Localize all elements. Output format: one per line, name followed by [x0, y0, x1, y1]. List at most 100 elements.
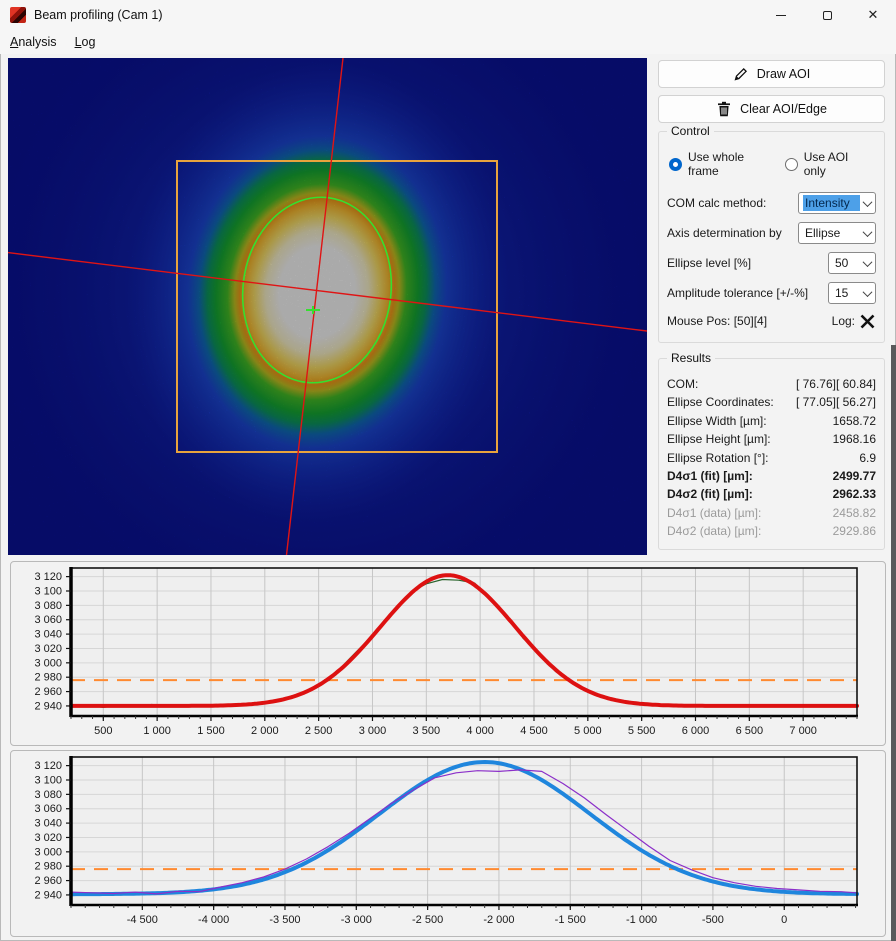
svg-text:3 000: 3 000 — [359, 725, 387, 737]
result-row: Ellipse Height [µm]:1968.16 — [667, 430, 876, 448]
combo-value: Ellipse — [803, 225, 860, 241]
combo-value: 50 — [833, 255, 860, 271]
svg-text:1 500: 1 500 — [197, 725, 225, 737]
control-row: Amplitude tolerance [+/-%] 15 — [667, 278, 876, 308]
svg-text:-4 500: -4 500 — [127, 914, 158, 926]
menu-log[interactable]: Log — [67, 33, 104, 51]
result-row: D4σ2 (fit) [µm]:2962.33 — [667, 485, 876, 503]
result-label: Ellipse Coordinates: — [667, 393, 774, 411]
svg-text:3 120: 3 120 — [34, 760, 62, 772]
x-profile-plot: 500 1 000 1 500 2 000 2 500 3 000 3 500 4 000 4 … — [11, 562, 885, 745]
title-bar: Beam profiling (Cam 1) ✕ — [0, 0, 896, 30]
svg-text:-4 000: -4 000 — [198, 914, 229, 926]
close-icon: ✕ — [868, 7, 879, 23]
combo-axis-determination[interactable]: Ellipse — [798, 222, 876, 244]
control-row: Ellipse level [%] 50 — [667, 248, 876, 278]
control-row-label: COM calc method: — [667, 196, 766, 210]
svg-text:2 980: 2 980 — [34, 672, 62, 684]
minimize-icon — [776, 15, 786, 16]
radio-whole-frame-label: Use whole frame — [688, 150, 771, 178]
result-label: D4σ1 (data) [µm]: — [667, 504, 761, 522]
result-row: Ellipse Width [µm]:1658.72 — [667, 412, 876, 430]
log-toggle-x-icon[interactable] — [859, 313, 876, 330]
result-row: D4σ1 (data) [µm]:2458.82 — [667, 504, 876, 522]
svg-text:-3 000: -3 000 — [341, 914, 372, 926]
screen-edge-strip — [891, 345, 896, 941]
svg-text:2 000: 2 000 — [251, 725, 279, 737]
svg-text:-1 000: -1 000 — [626, 914, 657, 926]
svg-text:0: 0 — [781, 914, 787, 926]
result-label: Ellipse Height [µm]: — [667, 430, 771, 448]
draw-aoi-label: Draw AOI — [757, 67, 811, 81]
combo-ellipse-level[interactable]: 50 — [828, 252, 876, 274]
control-row: COM calc method: Intensity — [667, 188, 876, 218]
result-value: [ 77.05][ 56.27] — [796, 393, 876, 411]
svg-text:1 000: 1 000 — [143, 725, 171, 737]
result-label: D4σ2 (data) [µm]: — [667, 522, 761, 540]
maximize-button[interactable] — [804, 0, 850, 30]
svg-text:-2 500: -2 500 — [412, 914, 443, 926]
svg-text:3 040: 3 040 — [34, 629, 62, 641]
svg-text:3 020: 3 020 — [34, 832, 62, 844]
result-label: COM: — [667, 375, 698, 393]
result-row: Ellipse Rotation [°]: 6.9 — [667, 449, 876, 467]
svg-text:3 040: 3 040 — [34, 818, 62, 830]
close-button[interactable]: ✕ — [850, 0, 896, 30]
chevron-down-icon — [863, 257, 873, 267]
combo-value: Intensity — [803, 195, 860, 211]
combo-com-calc-method[interactable]: Intensity — [798, 192, 876, 214]
svg-text:2 940: 2 940 — [34, 889, 62, 901]
result-value: [ 76.76][ 60.84] — [796, 375, 876, 393]
minimize-button[interactable] — [758, 0, 804, 30]
svg-text:3 500: 3 500 — [413, 725, 441, 737]
radio-use-aoi-only[interactable] — [785, 158, 798, 171]
beam-image[interactable] — [8, 58, 647, 555]
svg-text:6 000: 6 000 — [682, 725, 710, 737]
radio-use-whole-frame[interactable] — [669, 158, 682, 171]
result-value: 6.9 — [859, 449, 876, 467]
result-row: COM: [ 76.76][ 60.84] — [667, 375, 876, 393]
svg-text:-500: -500 — [702, 914, 724, 926]
window-title: Beam profiling (Cam 1) — [34, 8, 163, 22]
result-value: 2499.77 — [833, 467, 876, 485]
svg-text:2 960: 2 960 — [34, 686, 62, 698]
control-row-label: Ellipse level [%] — [667, 256, 751, 270]
maximize-icon — [823, 11, 832, 20]
results-group: Results COM:[ 76.76][ 60.84]Ellipse Coor… — [658, 358, 885, 550]
pencil-icon — [733, 66, 749, 82]
svg-text:3 000: 3 000 — [34, 657, 62, 669]
result-label: Ellipse Width [µm]: — [667, 412, 767, 430]
x-profile-chart: 500 1 000 1 500 2 000 2 500 3 000 3 500 4 000 4 … — [10, 561, 886, 746]
result-row: Ellipse Coordinates: [ 77.05][ 56.27] — [667, 393, 876, 411]
clear-aoi-label: Clear AOI/Edge — [740, 102, 827, 116]
result-value: 2929.86 — [833, 522, 876, 540]
svg-text:2 500: 2 500 — [305, 725, 333, 737]
svg-text:3 060: 3 060 — [34, 614, 62, 626]
svg-text:-1 500: -1 500 — [555, 914, 586, 926]
svg-text:3 060: 3 060 — [34, 803, 62, 815]
draw-aoi-button[interactable]: Draw AOI — [658, 60, 885, 88]
menu-analysis[interactable]: Analysis — [2, 33, 65, 51]
svg-text:6 500: 6 500 — [736, 725, 764, 737]
svg-text:3 000: 3 000 — [34, 846, 62, 858]
chevron-down-icon — [863, 227, 873, 237]
results-group-label: Results — [667, 351, 715, 365]
app-icon — [10, 7, 26, 23]
clear-aoi-button[interactable]: Clear AOI/Edge — [658, 95, 885, 123]
svg-text:2 980: 2 980 — [34, 861, 62, 873]
svg-text:3 020: 3 020 — [34, 643, 62, 655]
svg-text:3 080: 3 080 — [34, 789, 62, 801]
result-label: Ellipse Rotation [°]: — [667, 449, 769, 467]
svg-text:3 100: 3 100 — [34, 774, 62, 786]
svg-text:5 500: 5 500 — [628, 725, 656, 737]
svg-text:2 940: 2 940 — [34, 700, 62, 712]
svg-text:-3 500: -3 500 — [269, 914, 300, 926]
svg-text:7 000: 7 000 — [789, 725, 817, 737]
radio-aoi-only-label: Use AOI only — [804, 150, 868, 178]
svg-text:4 000: 4 000 — [466, 725, 494, 737]
svg-text:4 500: 4 500 — [520, 725, 548, 737]
control-group: Control Use whole frame Use AOI only COM… — [658, 131, 885, 343]
combo-amplitude-tolerance[interactable]: 15 — [828, 282, 876, 304]
svg-text:500: 500 — [94, 725, 112, 737]
control-row-label: Amplitude tolerance [+/-%] — [667, 286, 808, 300]
